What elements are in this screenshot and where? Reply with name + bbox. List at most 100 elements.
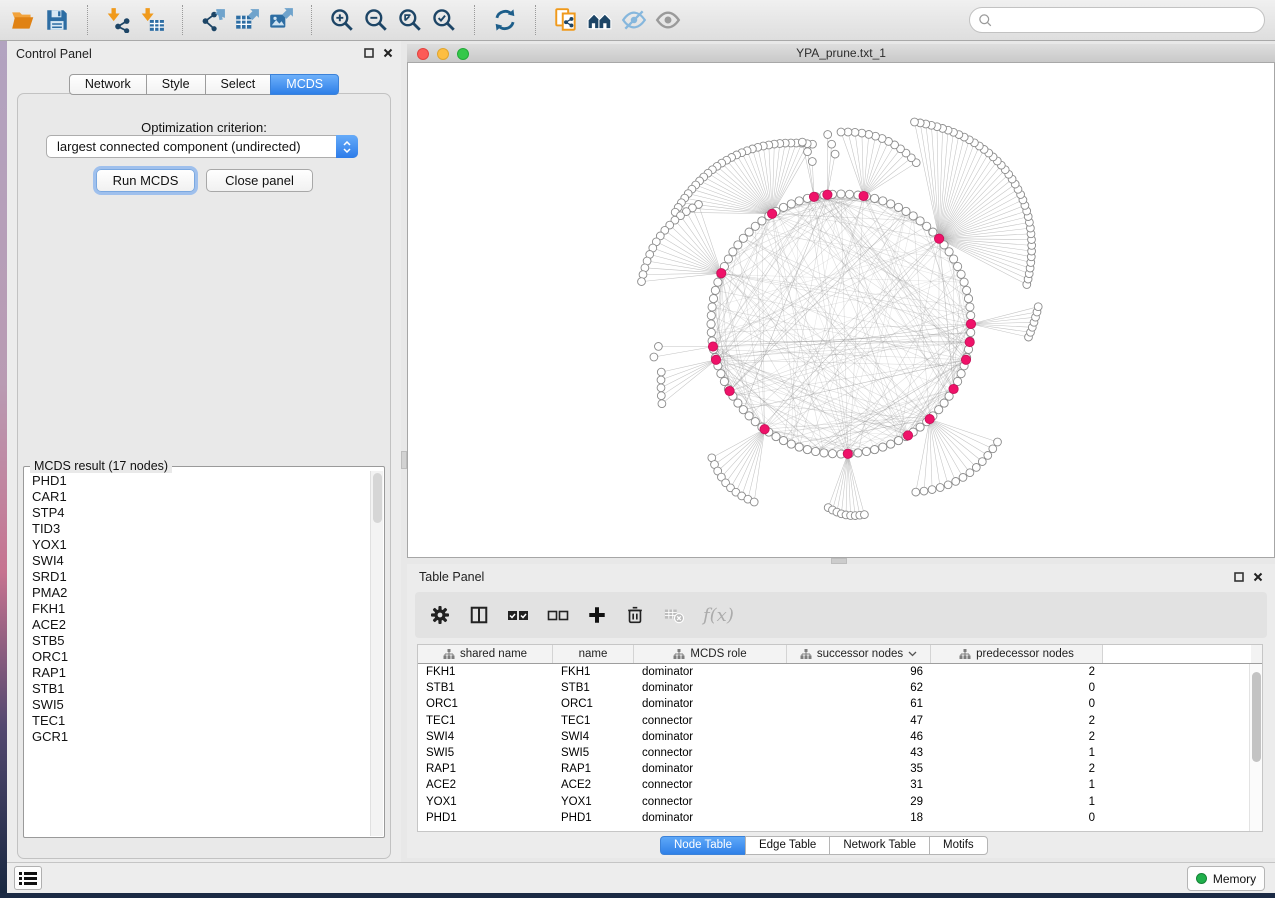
table-cell[interactable]: FKH1 [553, 666, 634, 678]
table-cell[interactable]: FKH1 [418, 666, 553, 678]
table-cell[interactable]: ACE2 [418, 779, 553, 791]
table-cell[interactable]: 0 [931, 682, 1103, 694]
network-node[interactable] [950, 255, 958, 263]
network-node[interactable] [808, 158, 816, 166]
network-node[interactable] [894, 203, 902, 211]
network-node[interactable] [954, 262, 962, 270]
table-cell[interactable]: STB1 [418, 682, 553, 694]
mcds-node[interactable] [903, 431, 912, 440]
table-row[interactable]: SWI5SWI5connector431 [418, 745, 1249, 761]
network-node[interactable] [945, 248, 953, 256]
table-cell[interactable]: TEC1 [418, 715, 553, 727]
table-row[interactable]: PHD1PHD1dominator180 [418, 810, 1249, 826]
table-cell[interactable]: 2 [931, 666, 1103, 678]
tab-mcds[interactable]: MCDS [270, 74, 339, 95]
mcds-node[interactable] [823, 190, 832, 199]
network-node[interactable] [657, 392, 665, 400]
network-node[interactable] [828, 450, 836, 458]
column-header-shared-name[interactable]: shared name [418, 645, 553, 663]
network-node[interactable] [967, 328, 975, 336]
network-node[interactable] [795, 197, 803, 205]
network-graph[interactable] [408, 63, 1274, 556]
mcds-result-item[interactable]: ORC1 [32, 649, 370, 665]
close-panel-icon[interactable] [383, 48, 393, 58]
network-node[interactable] [916, 217, 924, 225]
network-node[interactable] [994, 438, 1002, 446]
table-cell[interactable]: dominator [634, 682, 787, 694]
network-node[interactable] [978, 458, 986, 466]
network-node[interactable] [952, 478, 960, 486]
network-node[interactable] [657, 384, 665, 392]
network-node[interactable] [936, 484, 944, 492]
column-header-successor-nodes[interactable]: successor nodes [787, 645, 931, 663]
table-cell[interactable]: 1 [931, 779, 1103, 791]
mcds-result-item[interactable]: STB5 [32, 633, 370, 649]
mcds-result-item[interactable]: SWI5 [32, 697, 370, 713]
table-cell[interactable]: ACE2 [553, 779, 634, 791]
network-node[interactable] [708, 303, 716, 311]
network-node[interactable] [717, 370, 725, 378]
network-node[interactable] [966, 469, 974, 477]
tab-edge-table[interactable]: Edge Table [745, 836, 830, 855]
tab-node-table[interactable]: Node Table [660, 836, 746, 855]
table-cell[interactable]: connector [634, 779, 787, 791]
table-row[interactable]: FKH1FKH1dominator962 [418, 664, 1249, 680]
table-cell[interactable]: dominator [634, 698, 787, 710]
network-node[interactable] [894, 437, 902, 445]
table-cell[interactable]: STB1 [553, 682, 634, 694]
table-row[interactable]: RAP1RAP1dominator352 [418, 761, 1249, 777]
show-column-button[interactable] [469, 605, 489, 625]
table-cell[interactable]: 2 [931, 763, 1103, 775]
mcds-node[interactable] [961, 355, 970, 364]
network-node[interactable] [707, 320, 715, 328]
select-all-columns-button[interactable] [507, 608, 529, 622]
network-node[interactable] [709, 295, 717, 303]
table-cell[interactable]: 61 [787, 698, 931, 710]
network-node[interactable] [820, 449, 828, 457]
table-cell[interactable]: 35 [787, 763, 931, 775]
zoom-in-button[interactable] [325, 3, 359, 37]
table-cell[interactable]: 2 [931, 715, 1103, 727]
criterion-dropdown[interactable]: largest connected component (undirected) [46, 135, 358, 158]
table-row[interactable]: ORC1ORC1dominator610 [418, 696, 1249, 712]
network-node[interactable] [804, 148, 812, 156]
mcds-result-item[interactable]: STB1 [32, 681, 370, 697]
import-table-button[interactable] [135, 3, 169, 37]
mcds-node[interactable] [809, 192, 818, 201]
task-history-button[interactable] [14, 866, 42, 890]
table-cell[interactable]: YOX1 [418, 796, 553, 808]
unselect-all-columns-button[interactable] [547, 608, 569, 622]
scrollbar-thumb[interactable] [1252, 672, 1261, 762]
network-node[interactable] [779, 437, 787, 445]
mcds-result-item[interactable]: TEC1 [32, 713, 370, 729]
mcds-node[interactable] [925, 415, 934, 424]
mcds-node[interactable] [717, 269, 726, 278]
column-header-mcds-role[interactable]: MCDS role [634, 645, 787, 663]
network-node[interactable] [803, 446, 811, 454]
network-node[interactable] [831, 150, 839, 158]
network-node[interactable] [795, 443, 803, 451]
table-scrollbar[interactable] [1249, 664, 1262, 831]
network-node[interactable] [658, 400, 666, 408]
table-cell[interactable]: dominator [634, 763, 787, 775]
network-node[interactable] [928, 486, 936, 494]
mcds-result-item[interactable]: ACE2 [32, 617, 370, 633]
close-panel-button[interactable]: Close panel [206, 169, 313, 192]
zoom-out-button[interactable] [359, 3, 393, 37]
mcds-result-item[interactable]: STP4 [32, 505, 370, 521]
mcds-node[interactable] [966, 319, 975, 328]
table-row[interactable]: YOX1YOX1connector291 [418, 794, 1249, 810]
network-node[interactable] [724, 255, 732, 263]
mcds-node[interactable] [768, 209, 777, 218]
network-node[interactable] [787, 200, 795, 208]
network-node[interactable] [966, 303, 974, 311]
table-cell[interactable]: RAP1 [418, 763, 553, 775]
network-node[interactable] [714, 278, 722, 286]
network-node[interactable] [655, 343, 663, 351]
table-cell[interactable]: SWI5 [553, 747, 634, 759]
float-panel-icon[interactable] [364, 48, 374, 58]
mcds-node[interactable] [708, 342, 717, 351]
open-file-button[interactable] [6, 3, 40, 37]
zoom-selected-button[interactable] [427, 3, 461, 37]
network-node[interactable] [657, 368, 665, 376]
